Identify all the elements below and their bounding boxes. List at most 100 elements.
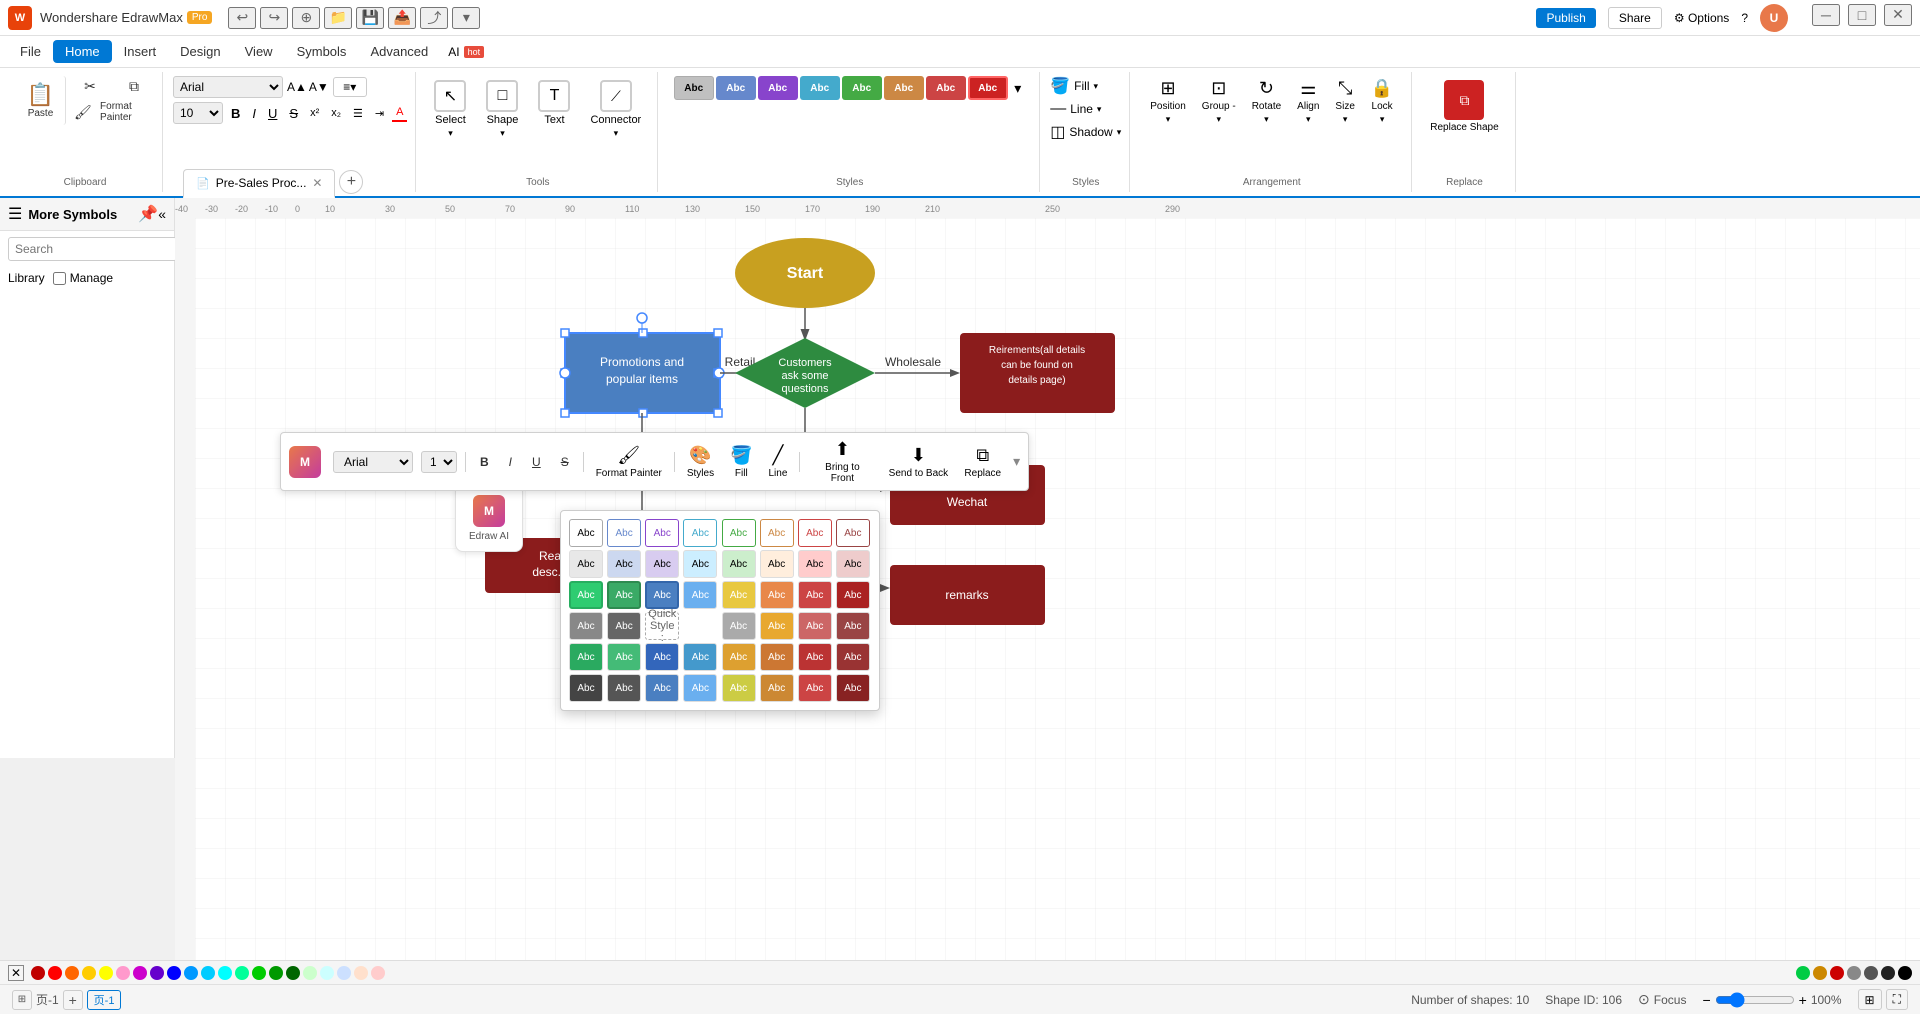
- style-cell-6-5[interactable]: Abc: [722, 674, 756, 702]
- menu-ai[interactable]: AI hot: [448, 45, 484, 59]
- text-tool-button[interactable]: T Text: [530, 76, 578, 173]
- style-cell-6-6[interactable]: Abc: [760, 674, 794, 702]
- style-cell-1-5[interactable]: Abc: [722, 519, 756, 547]
- style-cell-1-4[interactable]: Abc: [683, 519, 717, 547]
- style-cell-4-1[interactable]: Abc: [569, 612, 603, 640]
- style-swatch-1[interactable]: Abc: [674, 76, 714, 100]
- share-button[interactable]: Share: [1608, 7, 1662, 29]
- menu-insert[interactable]: Insert: [112, 40, 169, 63]
- style-cell-2-2[interactable]: Abc: [607, 550, 641, 578]
- fit-page-button[interactable]: ⊞: [1858, 989, 1882, 1010]
- color-blue-pale[interactable]: [337, 966, 351, 980]
- color-gray[interactable]: [1847, 966, 1861, 980]
- color-emerald[interactable]: [1796, 966, 1810, 980]
- underline-button[interactable]: U: [264, 104, 281, 123]
- size-button[interactable]: ⤡ Size ▾: [1329, 76, 1360, 173]
- style-cell-1-3[interactable]: Abc: [645, 519, 679, 547]
- subscript-button[interactable]: x₂: [327, 105, 345, 121]
- conn-point-left[interactable]: [560, 368, 570, 378]
- color-cyan-pale[interactable]: [320, 966, 334, 980]
- color-blue-light[interactable]: [184, 966, 198, 980]
- no-color-button[interactable]: ✕: [8, 965, 24, 981]
- bold-button[interactable]: B: [227, 104, 244, 123]
- user-avatar[interactable]: U: [1760, 4, 1788, 32]
- zoom-in-button[interactable]: +: [1799, 992, 1807, 1008]
- menu-symbols[interactable]: Symbols: [285, 40, 359, 63]
- color-purple[interactable]: [150, 966, 164, 980]
- line-button[interactable]: — Line ▾: [1050, 100, 1121, 118]
- ft-replace-button[interactable]: ⧉ Replace: [960, 443, 1005, 481]
- style-cell-3-4[interactable]: Abc: [683, 581, 717, 609]
- shadow-button[interactable]: ◫ Shadow ▾: [1050, 122, 1121, 142]
- minimize-button[interactable]: ─: [1812, 4, 1840, 26]
- doc-tab-close-icon[interactable]: ✕: [312, 176, 322, 190]
- style-cell-1-6[interactable]: Abc: [760, 519, 794, 547]
- menu-file[interactable]: File: [8, 40, 53, 63]
- color-cyan-light[interactable]: [201, 966, 215, 980]
- style-cell-5-1[interactable]: Abc: [569, 643, 603, 671]
- ft-bold-button[interactable]: B: [474, 452, 495, 472]
- color-black[interactable]: [1898, 966, 1912, 980]
- color-dark-gray[interactable]: [1864, 966, 1878, 980]
- save-button[interactable]: 💾: [356, 7, 384, 29]
- edraw-ai-box[interactable]: M Edraw AI: [455, 484, 523, 552]
- export-button[interactable]: 📤: [388, 7, 416, 29]
- style-cell-5-2[interactable]: Abc: [607, 643, 641, 671]
- menu-design[interactable]: Design: [168, 40, 232, 63]
- connector-tool-button[interactable]: ⟋ Connector ▾: [582, 76, 649, 173]
- style-picker-dropdown[interactable]: Abc Abc Abc Abc Abc Abc Abc Abc Abc Abc …: [560, 510, 880, 711]
- rotate-button[interactable]: ↻ Rotate ▾: [1246, 76, 1287, 173]
- color-green-dark[interactable]: [269, 966, 283, 980]
- close-button[interactable]: ✕: [1884, 4, 1912, 26]
- style-cell-4-8[interactable]: Abc: [836, 612, 870, 640]
- maximize-button[interactable]: □: [1848, 4, 1876, 26]
- style-cell-3-6[interactable]: Abc: [760, 581, 794, 609]
- view-toggle-button[interactable]: ⊞: [12, 990, 32, 1010]
- diagram-canvas[interactable]: Start Promotions and popular items: [195, 218, 1920, 984]
- superscript-button[interactable]: x²: [306, 105, 323, 121]
- undo-button[interactable]: ↩: [228, 7, 256, 29]
- style-swatch-8[interactable]: Abc: [968, 76, 1008, 100]
- ft-font-select[interactable]: Arial: [333, 451, 413, 473]
- manage-checkbox-input[interactable]: [53, 272, 66, 285]
- color-green[interactable]: [252, 966, 266, 980]
- open-button[interactable]: 📁: [324, 7, 352, 29]
- style-cell-3-8[interactable]: Abc: [836, 581, 870, 609]
- indent-button[interactable]: ⇥: [371, 105, 388, 122]
- style-cell-1-8[interactable]: Abc: [836, 519, 870, 547]
- color-green-pale[interactable]: [303, 966, 317, 980]
- font-family-select[interactable]: Arial: [173, 76, 283, 98]
- ft-send-back-button[interactable]: ⬇ Send to Back: [884, 443, 952, 481]
- options-button[interactable]: ⚙ Options: [1674, 11, 1729, 25]
- style-swatch-7[interactable]: Abc: [926, 76, 966, 100]
- decrease-font-button[interactable]: A▼: [309, 80, 329, 94]
- handle-tm[interactable]: [639, 329, 647, 337]
- style-cell-5-7[interactable]: Abc: [798, 643, 832, 671]
- style-cell-3-5[interactable]: Abc: [722, 581, 756, 609]
- color-amber[interactable]: [1813, 966, 1827, 980]
- style-swatch-2[interactable]: Abc: [716, 76, 756, 100]
- style-cell-5-6[interactable]: Abc: [760, 643, 794, 671]
- style-cell-3-3[interactable]: Abc: [645, 581, 679, 609]
- current-page-badge[interactable]: 页-1: [87, 990, 122, 1010]
- italic-button[interactable]: I: [248, 104, 260, 123]
- position-button[interactable]: ⊞ Position ▾: [1144, 76, 1192, 173]
- ft-more-button[interactable]: ▾: [1013, 453, 1020, 470]
- handle-bm[interactable]: [639, 409, 647, 417]
- doc-tab-main[interactable]: 📄 Pre-Sales Proc... ✕: [183, 169, 335, 198]
- style-cell-5-4[interactable]: Abc: [683, 643, 717, 671]
- list-button[interactable]: ☰: [349, 105, 367, 122]
- focus-button[interactable]: ⊙ Focus: [1638, 991, 1686, 1008]
- style-cell-3-1[interactable]: Abc: [569, 581, 603, 609]
- manage-checkbox[interactable]: Manage: [53, 271, 113, 285]
- zoom-slider[interactable]: [1715, 992, 1795, 1008]
- ft-styles-button[interactable]: 🎨 Styles: [683, 443, 718, 481]
- format-painter-button[interactable]: 🖌Format Painter: [70, 99, 140, 125]
- style-cell-5-8[interactable]: Abc: [836, 643, 870, 671]
- quick-style-button[interactable]: Quick Style :: [645, 612, 679, 640]
- ft-strikethrough-button[interactable]: S: [555, 452, 575, 472]
- ft-underline-button[interactable]: U: [526, 452, 547, 472]
- style-cell-1-7[interactable]: Abc: [798, 519, 832, 547]
- redo-button[interactable]: ↪: [260, 7, 288, 29]
- color-red[interactable]: [48, 966, 62, 980]
